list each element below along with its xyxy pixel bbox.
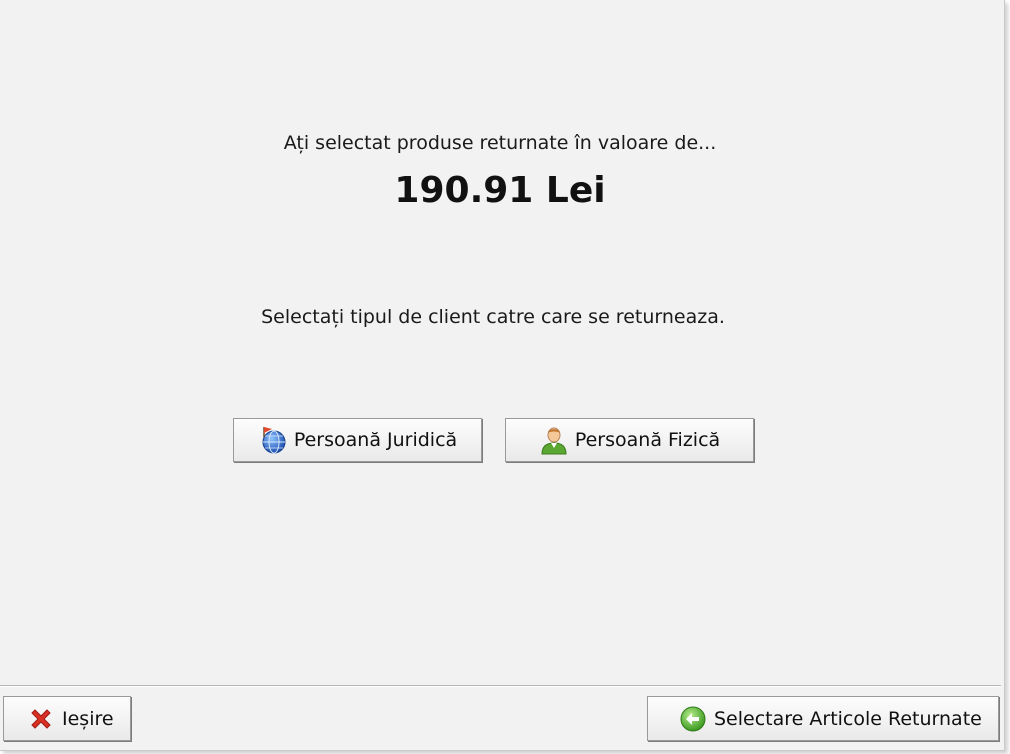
individual-person-button[interactable]: Persoană Fizică [505,418,754,462]
legal-entity-label: Persoană Juridică [293,429,458,451]
exit-label: Ieșire [62,707,114,730]
select-returned-items-button[interactable]: Selectare Articole Returnate [647,696,999,741]
person-icon [539,425,569,455]
individual-person-label: Persoană Fizică [574,429,721,451]
legal-entity-button[interactable]: Persoană Juridică [233,418,482,462]
return-dialog: Ați selectat produse returnate în valoar… [0,0,1005,751]
green-back-arrow-icon [678,704,708,734]
select-returned-items-label: Selectare Articole Returnate [714,707,982,730]
globe-flag-icon [258,425,288,455]
client-type-prompt: Selectați tipul de client catre care se … [261,306,725,328]
exit-button[interactable]: Ieșire [3,696,131,741]
return-amount: 190.91 Lei [394,170,606,211]
intro-text: Ați selectat produse returnate în valoar… [283,132,717,154]
red-x-icon [26,704,56,734]
footer-divider [0,685,1001,687]
